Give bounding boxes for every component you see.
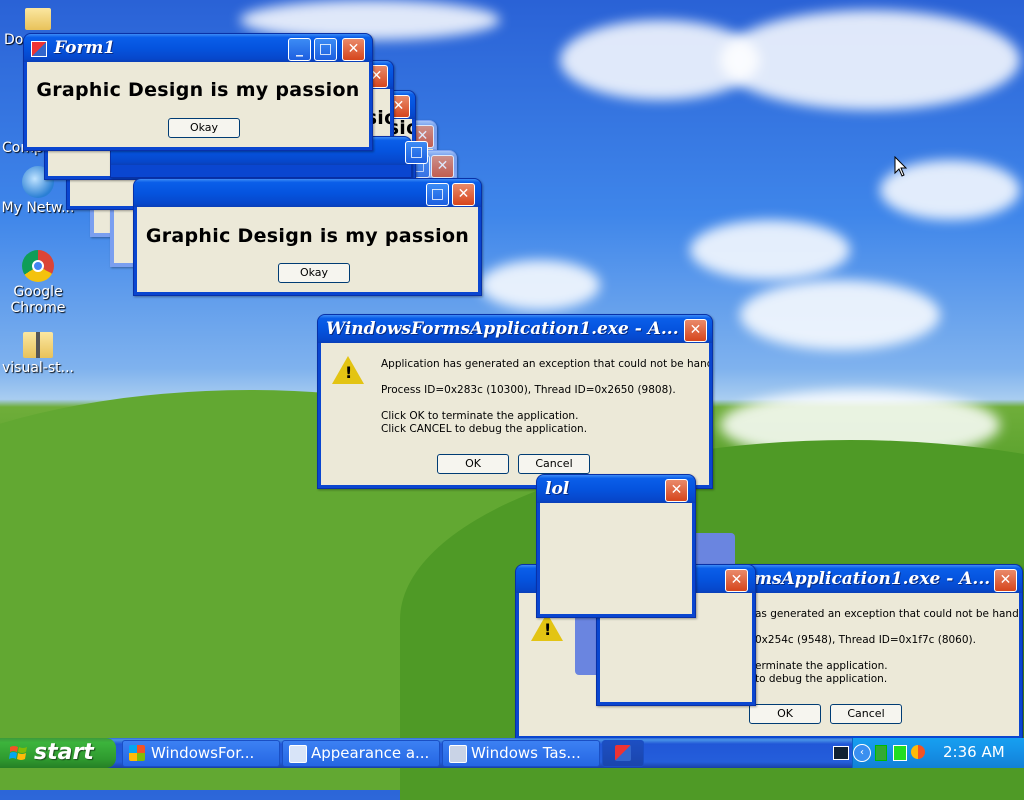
desktop-icon-visual-studio[interactable]: visual-st...	[0, 332, 76, 376]
window-client: Graphic Design is my passion Okay	[137, 207, 478, 292]
window-form1[interactable]: Form1 _ □ ✕ Graphic Design is my passion…	[23, 33, 373, 151]
taskbar: start WindowsFor... Appearance a... Wind…	[0, 738, 1024, 768]
chrome-icon	[22, 250, 54, 282]
window-title: lol	[545, 479, 570, 499]
desktop-icon-chrome[interactable]: Google Chrome	[0, 250, 76, 316]
maximize-button[interactable]: □	[314, 38, 337, 61]
clock[interactable]: 2:36 AM	[943, 743, 1005, 761]
network-tray-icon[interactable]	[875, 745, 887, 761]
task-manager-icon	[449, 745, 467, 763]
window-lol[interactable]: lol ✕	[536, 474, 696, 618]
taskbar-item-form[interactable]	[602, 740, 644, 767]
maximize-button[interactable]: □	[426, 183, 449, 206]
warning-icon: !	[332, 356, 364, 384]
message-line-3: erminate the application.	[755, 660, 888, 672]
message-line-1: as generated an exception that could not…	[755, 608, 1019, 620]
mouse-cursor-icon	[894, 156, 908, 177]
okay-button[interactable]: Okay	[278, 263, 350, 283]
taskbar-item-label: Windows Tas...	[471, 744, 581, 762]
start-label: start	[34, 740, 94, 765]
close-button[interactable]: ✕	[684, 319, 707, 342]
display-settings-icon	[289, 745, 307, 763]
keyboard-icon[interactable]	[833, 746, 849, 760]
start-button[interactable]: start	[0, 738, 116, 768]
app-icon	[129, 745, 145, 761]
ok-button[interactable]: OK	[749, 704, 821, 724]
message-line-2: Process ID=0x283c (10300), Thread ID=0x2…	[381, 384, 676, 396]
maximize-button[interactable]: □	[405, 141, 428, 164]
zip-folder-icon	[23, 332, 53, 358]
cancel-button[interactable]: Cancel	[518, 454, 590, 474]
window-client: ! Application has generated an exception…	[321, 343, 709, 485]
minimize-button[interactable]: _	[288, 38, 311, 61]
window-title: Form1	[54, 38, 116, 58]
message-line-3: Click OK to terminate the application.	[381, 410, 579, 422]
app-icon	[615, 745, 631, 761]
error-dialog-1[interactable]: WindowsFormsApplication1.exe - A... ✕ ! …	[317, 314, 713, 489]
message-line-4: Click CANCEL to debug the application.	[381, 423, 588, 435]
message-line-4: to debug the application.	[755, 673, 888, 685]
app-tray-icon[interactable]	[911, 745, 925, 759]
taskbar-item-windowsforms[interactable]: WindowsFor...	[122, 740, 280, 767]
windows-logo-icon	[9, 746, 27, 760]
window-title: WindowsFormsApplication1.exe - A...	[326, 319, 679, 339]
passion-text: Graphic Design is my passion	[145, 225, 470, 247]
cancel-button[interactable]: Cancel	[830, 704, 902, 724]
taskbar-item-label: WindowsFor...	[151, 744, 255, 762]
passion-text: Graphic Design is my passion	[36, 79, 360, 101]
taskbar-item-label: Appearance a...	[311, 744, 430, 762]
close-button[interactable]: ✕	[725, 569, 748, 592]
close-button[interactable]: ✕	[431, 155, 454, 178]
close-button[interactable]: ✕	[665, 479, 688, 502]
window-client	[540, 503, 692, 614]
taskbar-item-task-manager[interactable]: Windows Tas...	[442, 740, 600, 767]
tray-expand-icon[interactable]: ‹	[853, 744, 871, 762]
okay-button[interactable]: Okay	[168, 118, 240, 138]
window-passion-front[interactable]: □ ✕ Graphic Design is my passion Okay	[133, 178, 482, 296]
close-button[interactable]: ✕	[452, 183, 475, 206]
status-tray-icon[interactable]	[893, 745, 907, 761]
app-icon	[31, 41, 47, 57]
window-client: Graphic Design is my passion Okay	[27, 62, 369, 147]
window-title: msApplication1.exe - A...	[754, 569, 991, 589]
ok-button[interactable]: OK	[437, 454, 509, 474]
taskbar-item-appearance[interactable]: Appearance a...	[282, 740, 440, 767]
close-button[interactable]: ✕	[342, 38, 365, 61]
folder-icon	[25, 8, 51, 30]
message-line-1: Application has generated an exception t…	[381, 358, 709, 370]
close-button[interactable]: ✕	[994, 569, 1017, 592]
system-tray: ‹ 2:36 AM	[833, 738, 1024, 768]
message-line-2: 0x254c (9548), Thread ID=0x1f7c (8060).	[755, 634, 976, 646]
